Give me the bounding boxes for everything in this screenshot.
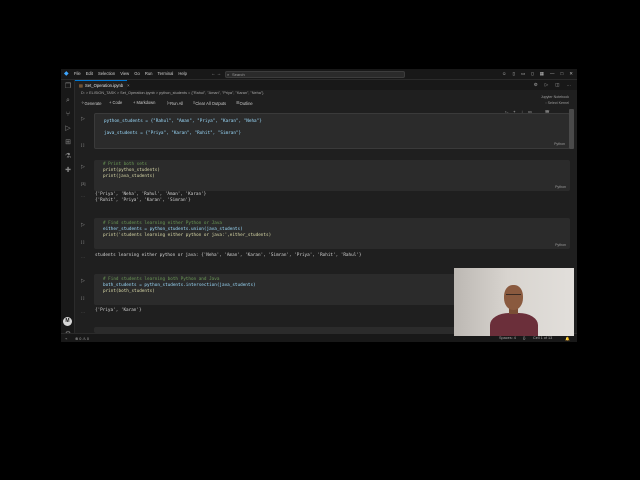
output-line: {'Rohit', 'Priya', 'Karan', 'Simran'} [95,198,191,203]
more-actions-icon[interactable]: … [567,82,572,88]
menu-go[interactable]: Go [134,71,140,76]
menu-terminal[interactable]: Terminal [158,71,174,76]
output-menu-icon[interactable]: … [81,254,85,259]
indentation-indicator[interactable]: Spaces: 4 [499,336,516,340]
generate-label: Generate [84,101,102,106]
execution-count: [ ] [81,239,85,244]
outline-button[interactable]: ☰ Outline [236,100,253,106]
notebook-toolbar: ✧ Generate + Code + Markdown ▷ Run All ≡… [81,99,571,107]
menu-bar: File Edit Selection View Go Run Terminal… [74,71,187,76]
activity-bar: ❐ ⌕ ⑂ ▷ ⊞ ⚗ ✚ M ⚙ [61,80,75,342]
tab-label: Set_Operation.ipynb [84,83,124,88]
person-glasses [506,294,521,297]
problems-indicator[interactable]: ⊗ 0 ⚠ 0 [75,336,89,341]
minimize-icon[interactable]: — [550,71,555,77]
source-control-icon[interactable]: ⑂ [64,111,72,119]
tab-close-icon[interactable]: × [127,83,129,88]
clear-outputs-label: Clear All Outputs [195,101,227,106]
editor-scrollbar[interactable] [569,109,574,149]
notifications-icon[interactable]: 🔔 [565,336,570,341]
cell-language[interactable]: Python [555,185,566,189]
search-icon: ⌕ [227,72,230,77]
nav-arrows[interactable]: ← → [211,71,221,76]
webcam-overlay [454,268,574,336]
code-line: python_students = {"Rahul", "Aman", "Pri… [104,119,262,125]
cell-output: students learning either python or java:… [95,253,361,259]
run-icon[interactable]: ▷ [545,82,548,88]
outline-label: Outline [239,101,253,106]
run-cell-button[interactable]: ▷ [81,164,85,170]
search-placeholder: Search [232,72,245,77]
output-menu-icon[interactable]: … [81,193,85,198]
run-all-button[interactable]: ▷ Run All [167,100,183,106]
cell-output: {'Priya', 'Neha', 'Rahul', 'Aman', 'Kara… [95,192,206,204]
run-cell-button[interactable]: ▷ [81,278,85,284]
vscode-logo-icon: ◆ [64,71,69,77]
code-line: print(both_students) [103,289,155,294]
code-text: python_students = {"Rahul", "Aman", "Pri… [104,119,262,124]
split-editor-icon[interactable]: ◫ [555,82,559,88]
execution-count: [ ] [81,295,85,300]
run-cell-button[interactable]: ▷ [81,222,85,228]
execution-count: [3] [81,181,86,186]
output-menu-icon[interactable]: … [81,309,85,314]
testing-icon[interactable]: ⚗ [64,153,72,161]
menu-file[interactable]: File [74,71,81,76]
cell-output: {'Priya', 'Karan'} [95,308,142,314]
add-markdown-button[interactable]: + Markdown [133,100,155,105]
run-all-label: Run All [170,101,184,106]
run-debug-icon[interactable]: ▷ [64,125,72,133]
menu-selection[interactable]: Selection [98,71,115,76]
explorer-icon[interactable]: ❐ [64,83,72,91]
execution-count: [ ] [81,142,85,147]
editor-actions: ⚙ ▷ ◫ … [534,82,571,88]
clear-outputs-button[interactable]: ≡ Clear All Outputs [193,100,226,106]
code-cell[interactable]: # Print both sets print(python_students)… [94,160,570,191]
layout-sidebar-icon[interactable]: ▯ [513,71,515,77]
extensions-icon[interactable]: ⊞ [64,139,72,147]
search-view-icon[interactable]: ⌕ [64,97,72,105]
layout-secondary-icon[interactable]: ▯ [531,71,533,77]
customize-layout-icon[interactable]: ▦ [540,71,544,77]
generate-button[interactable]: ✧ Generate [81,100,102,106]
layout-icon[interactable]: {} [523,336,526,340]
extensions-alt-icon[interactable]: ✚ [64,167,72,175]
menu-view[interactable]: View [120,71,129,76]
menu-run[interactable]: Run [145,71,153,76]
code-text: java_students = {"Priya", "Karan", "Rohi… [104,131,242,136]
cell-language[interactable]: Python [554,142,565,146]
menu-edit[interactable]: Edit [86,71,93,76]
output-line: {'Priya', 'Karan'} [95,308,142,313]
code-cell[interactable]: # Find students learning either Python o… [94,218,570,249]
person-head [504,285,523,310]
code-line: print('students learning either python o… [103,233,272,238]
cell-position[interactable]: Cell 1 of 13 [533,336,552,340]
settings-icon[interactable]: ⚙ [534,82,538,88]
menu-help[interactable]: Help [178,71,187,76]
account-avatar[interactable]: M [63,317,72,326]
remote-icon[interactable]: ⌁ [65,336,67,341]
title-bar: ◆ File Edit Selection View Go Run Termin… [61,69,577,80]
add-code-button[interactable]: + Code [109,100,122,105]
breadcrumb[interactable]: D: > ELISION_TASK > Set_Operation.ipynb … [81,91,263,95]
notebook-file-icon: ▤ [79,83,83,88]
copilot-icon[interactable]: ☺ [502,71,507,77]
run-cell-button[interactable]: ▷ [81,116,85,122]
search-input[interactable]: ⌕ Search [225,71,405,78]
cell-language[interactable]: Python [555,243,566,247]
window-controls: ☺ ▯ ▭ ▯ ▦ — □ ✕ [502,71,573,77]
maximize-icon[interactable]: □ [561,71,564,77]
person-shirt [490,313,538,336]
output-line: students learning either python or java:… [95,253,362,258]
tab-set-operation[interactable]: ▤ Set_Operation.ipynb × [75,80,130,90]
code-cell[interactable]: python_students = {"Rahul", "Aman", "Pri… [94,113,570,149]
code-line: print(java_students) [103,174,155,179]
code-line: java_students = {"Priya", "Karan", "Rohi… [104,131,241,137]
layout-panel-icon[interactable]: ▭ [521,71,525,77]
editor-tabs: ▤ Set_Operation.ipynb × [75,80,577,90]
close-icon[interactable]: ✕ [569,71,573,77]
